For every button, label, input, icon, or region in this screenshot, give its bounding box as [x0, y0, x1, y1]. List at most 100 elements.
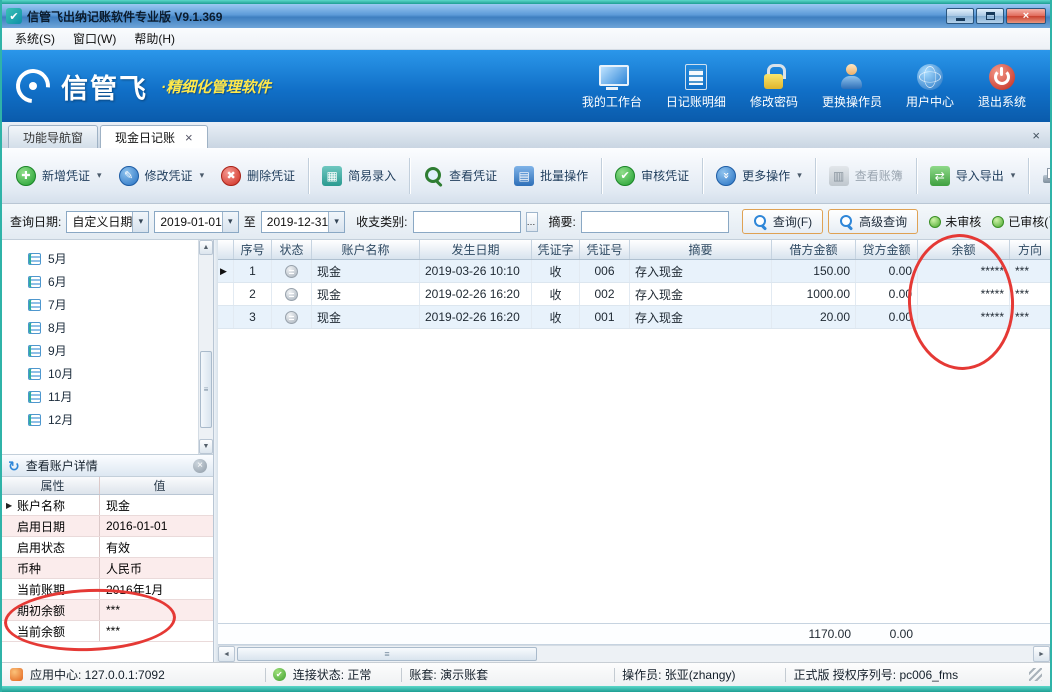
journal-page-icon: [28, 391, 41, 403]
grid-row-2[interactable]: 2 现金 2019-02-26 16:20 收 002 存入现金 1000.00…: [218, 283, 1050, 306]
grid-header-seq[interactable]: 序号: [234, 240, 272, 259]
grid-header-status[interactable]: 状态: [272, 240, 312, 259]
close-button[interactable]: ×: [1006, 8, 1046, 24]
tree-scrollbar-thumb[interactable]: ≡: [200, 351, 212, 428]
summary-input[interactable]: [581, 211, 729, 233]
grid-header-date[interactable]: 发生日期: [420, 240, 532, 259]
advanced-query-button[interactable]: 高级查询: [828, 209, 918, 234]
scrollbar-track[interactable]: ≡: [235, 646, 1033, 662]
toolbar-label: 查看账簿: [855, 167, 903, 184]
tree-item-june[interactable]: 6月: [28, 270, 193, 293]
tree-item-label: 12月: [48, 411, 73, 428]
tree-scrollbar-track[interactable]: ≡: [199, 255, 213, 439]
date-mode-select[interactable]: 自定义日期 ▾: [66, 211, 149, 233]
details-header-row: 属性 值: [2, 477, 213, 495]
grid-header-balance[interactable]: 余额: [918, 240, 1010, 259]
category-browse-button[interactable]: …: [526, 212, 538, 232]
chevron-down-icon[interactable]: ▾: [132, 212, 148, 232]
grid-header-voucher-no[interactable]: 凭证号: [580, 240, 630, 259]
menu-system[interactable]: 系统(S): [6, 28, 64, 49]
query-button[interactable]: 查询(F): [742, 209, 823, 234]
banner-action-switch-operator[interactable]: 更换操作员: [822, 62, 882, 110]
tree-item-label: 7月: [48, 296, 67, 313]
scrollbar-thumb[interactable]: ≡: [237, 647, 537, 661]
grid-header-direction[interactable]: 方向: [1010, 240, 1050, 259]
date-from-picker[interactable]: 2019-01-01 ▾: [154, 211, 238, 233]
grid-header-account[interactable]: 账户名称: [312, 240, 420, 259]
toolbar-add-voucher[interactable]: ✚ 新增凭证 ▾: [8, 159, 110, 193]
status-license: 正式版 授权序列号: pc006_fms: [793, 666, 958, 683]
property-value: 2016-01-01: [100, 516, 213, 536]
toolbar-import-export[interactable]: ⇄ 导入导出 ▾: [922, 159, 1024, 193]
property-value: ***: [100, 621, 213, 641]
resize-grip[interactable]: [1029, 668, 1042, 681]
left-panel: 5月 6月 7月 8月 9月 10月 11月 12月 ▲ ≡ ▼: [2, 240, 214, 662]
tree-item-september[interactable]: 9月: [28, 339, 193, 362]
scroll-down-icon[interactable]: ▼: [199, 439, 213, 454]
toolbar-delete-voucher[interactable]: ✖ 删除凭证: [213, 159, 303, 193]
horizontal-scrollbar[interactable]: ◄ ≡ ►: [218, 645, 1050, 662]
maximize-button[interactable]: [976, 8, 1004, 24]
tab-function-nav[interactable]: 功能导航窗: [8, 125, 98, 148]
chevron-down-icon[interactable]: ▾: [328, 212, 344, 232]
tree-scrollbar[interactable]: ▲ ≡ ▼: [198, 240, 213, 454]
menu-window[interactable]: 窗口(W): [64, 28, 125, 49]
grid-row-1[interactable]: ▶ 1 现金 2019-03-26 10:10 收 006 存入现金 150.0…: [218, 260, 1050, 283]
toolbar-edit-voucher[interactable]: ✎ 修改凭证 ▾: [111, 159, 213, 193]
banner-action-journal-detail[interactable]: 日记账明细: [666, 62, 726, 110]
property-label: 期初余额: [17, 602, 65, 619]
category-input[interactable]: [413, 211, 521, 233]
tree-item-october[interactable]: 10月: [28, 362, 193, 385]
banner: 信管飞 ·精细化管理软件 我的工作台 日记账明细 修改密码 更换操作员: [2, 50, 1050, 122]
cell-debit: 20.00: [772, 306, 856, 328]
chevron-down-icon[interactable]: ▾: [222, 212, 238, 232]
banner-action-exit[interactable]: 退出系统: [978, 62, 1026, 110]
banner-action-workbench[interactable]: 我的工作台: [582, 62, 642, 110]
grid-row-3[interactable]: 3 现金 2019-02-26 16:20 收 001 存入现金 20.00 0…: [218, 306, 1050, 329]
cell-summary: 存入现金: [630, 306, 772, 328]
grid-header-debit[interactable]: 借方金额: [772, 240, 856, 259]
scroll-up-icon[interactable]: ▲: [199, 240, 213, 255]
list-icon: [685, 62, 707, 90]
property-label: 账户名称: [17, 497, 65, 514]
toolbar-print[interactable]: 打印 ▾: [1034, 159, 1052, 193]
scroll-right-icon[interactable]: ►: [1033, 646, 1050, 662]
minimize-button[interactable]: [946, 8, 974, 24]
grid-header-credit[interactable]: 贷方金额: [856, 240, 918, 259]
dropdown-arrow-icon: ▾: [97, 170, 102, 181]
banner-action-user-center[interactable]: 用户中心: [906, 62, 954, 110]
maximize-icon: [986, 12, 995, 20]
grid-header-voucher-word[interactable]: 凭证字: [532, 240, 580, 259]
tree-item-july[interactable]: 7月: [28, 293, 193, 316]
toolbar-more-ops[interactable]: » 更多操作 ▾: [708, 159, 810, 193]
toolbar-batch-ops[interactable]: ▤ 批量操作: [506, 159, 596, 193]
cell-debit: 150.00: [772, 260, 856, 282]
tab-cash-journal[interactable]: 现金日记账 ×: [100, 125, 208, 148]
tree-item-august[interactable]: 8月: [28, 316, 193, 339]
banner-actions: 我的工作台 日记账明细 修改密码 更换操作员 用户中心 退出系统: [582, 62, 1038, 110]
toolbar-audit-voucher[interactable]: ✔ 审核凭证: [607, 159, 697, 193]
toolbar-label: 导入导出: [956, 167, 1004, 184]
property-label: 当前账期: [17, 581, 65, 598]
check-icon: ✔: [615, 166, 635, 186]
tree-item-december[interactable]: 12月: [28, 408, 193, 431]
cell-direction: ***: [1010, 260, 1050, 282]
refresh-icon[interactable]: ↻: [8, 459, 20, 473]
tree-item-may[interactable]: 5月: [28, 247, 193, 270]
grid-header-summary[interactable]: 摘要: [630, 240, 772, 259]
tabstrip-close-icon[interactable]: ×: [1028, 128, 1044, 143]
tab-label: 现金日记账: [115, 129, 175, 146]
banner-action-change-password[interactable]: 修改密码: [750, 62, 798, 110]
cell-credit: 0.00: [856, 306, 918, 328]
dropdown-arrow-icon: ▾: [200, 170, 205, 181]
tab-close-icon[interactable]: ×: [185, 131, 193, 144]
scroll-left-icon[interactable]: ◄: [218, 646, 235, 662]
date-to-picker[interactable]: 2019-12-31 ▾: [261, 211, 345, 233]
property-label: 当前余额: [17, 623, 65, 640]
toolbar-easy-entry[interactable]: ▦ 简易录入: [314, 159, 404, 193]
window-title: 信管飞出纳记账软件专业版 V9.1.369: [27, 8, 941, 25]
toolbar-view-voucher[interactable]: 查看凭证: [415, 159, 505, 193]
panel-close-icon[interactable]: ×: [193, 459, 207, 473]
menu-help[interactable]: 帮助(H): [125, 28, 184, 49]
tree-item-november[interactable]: 11月: [28, 385, 193, 408]
